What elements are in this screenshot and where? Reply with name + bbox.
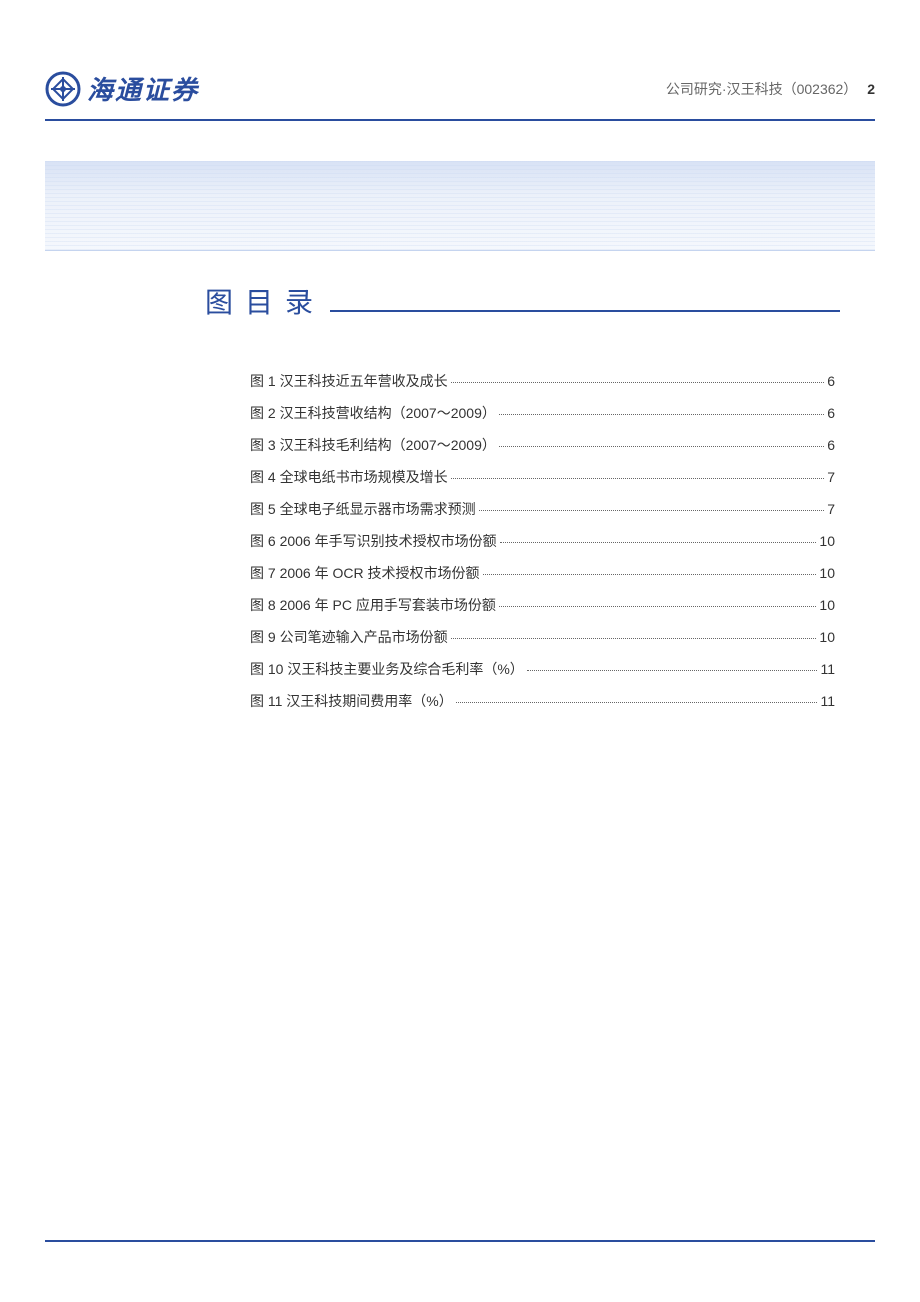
toc-label: 图 1 汉王科技近五年营收及成长 xyxy=(250,371,448,391)
toc-item[interactable]: 图 4 全球电纸书市场规模及增长 7 xyxy=(250,467,835,487)
toc-dots xyxy=(483,574,817,575)
section-underline xyxy=(330,310,840,312)
page-number: 2 xyxy=(867,81,875,97)
logo-area: 海通证券 xyxy=(45,70,199,107)
toc-label: 图 9 公司笔迹输入产品市场份额 xyxy=(250,627,448,647)
toc-item[interactable]: 图 10 汉王科技主要业务及综合毛利率（%） 11 xyxy=(250,659,835,679)
toc-label: 图 7 2006 年 OCR 技术授权市场份额 xyxy=(250,563,480,583)
page-container: 海通证券 公司研究·汉王科技（002362） 2 图目录 图 1 汉王科技近五年… xyxy=(0,0,920,1302)
toc-page: 10 xyxy=(819,565,835,581)
toc-page: 11 xyxy=(820,661,835,677)
toc-dots xyxy=(499,446,824,447)
toc-label: 图 6 2006 年手写识别技术授权市场份额 xyxy=(250,531,497,551)
toc-label: 图 5 全球电子纸显示器市场需求预测 xyxy=(250,499,476,519)
toc-item[interactable]: 图 6 2006 年手写识别技术授权市场份额 10 xyxy=(250,531,835,551)
toc-label: 图 2 汉王科技营收结构（2007～2009） xyxy=(250,403,496,423)
toc-page: 11 xyxy=(820,693,835,709)
toc-list: 图 1 汉王科技近五年营收及成长 6 图 2 汉王科技营收结构（2007～200… xyxy=(250,371,835,723)
section-title: 图目录 xyxy=(205,281,325,321)
footer-divider xyxy=(45,1240,875,1242)
toc-item[interactable]: 图 5 全球电子纸显示器市场需求预测 7 xyxy=(250,499,835,519)
toc-dots xyxy=(500,542,817,543)
toc-item[interactable]: 图 1 汉王科技近五年营收及成长 6 xyxy=(250,371,835,391)
toc-page: 10 xyxy=(819,629,835,645)
toc-dots xyxy=(479,510,825,511)
toc-dots xyxy=(456,702,818,703)
toc-item[interactable]: 图 3 汉王科技毛利结构（2007～2009） 6 xyxy=(250,435,835,455)
page-header: 海通证券 公司研究·汉王科技（002362） 2 xyxy=(45,70,875,121)
logo-text: 海通证券 xyxy=(87,70,199,107)
toc-item[interactable]: 图 8 2006 年 PC 应用手写套装市场份额 10 xyxy=(250,595,835,615)
decorative-banner xyxy=(45,161,875,251)
company-logo-icon xyxy=(45,71,81,107)
toc-page: 7 xyxy=(827,469,835,485)
section-title-row: 图目录 xyxy=(205,281,840,321)
toc-page: 7 xyxy=(827,501,835,517)
toc-label: 图 3 汉王科技毛利结构（2007～2009） xyxy=(250,435,496,455)
toc-dots xyxy=(499,606,817,607)
toc-page: 10 xyxy=(819,533,835,549)
toc-item[interactable]: 图 2 汉王科技营收结构（2007～2009） 6 xyxy=(250,403,835,423)
toc-page: 6 xyxy=(827,405,835,421)
toc-page: 6 xyxy=(827,437,835,453)
toc-dots xyxy=(527,670,818,671)
toc-item[interactable]: 图 11 汉王科技期间费用率（%） 11 xyxy=(250,691,835,711)
toc-label: 图 4 全球电纸书市场规模及增长 xyxy=(250,467,448,487)
toc-label: 图 8 2006 年 PC 应用手写套装市场份额 xyxy=(250,595,496,615)
toc-item[interactable]: 图 7 2006 年 OCR 技术授权市场份额 10 xyxy=(250,563,835,583)
toc-dots xyxy=(451,478,825,479)
toc-page: 10 xyxy=(819,597,835,613)
breadcrumb-text: 公司研究·汉王科技（002362） xyxy=(666,81,857,97)
toc-dots xyxy=(451,382,825,383)
toc-label: 图 10 汉王科技主要业务及综合毛利率（%） xyxy=(250,659,524,679)
toc-label: 图 11 汉王科技期间费用率（%） xyxy=(250,691,453,711)
toc-item[interactable]: 图 9 公司笔迹输入产品市场份额 10 xyxy=(250,627,835,647)
header-breadcrumb: 公司研究·汉王科技（002362） 2 xyxy=(666,79,875,99)
toc-dots xyxy=(499,414,824,415)
toc-page: 6 xyxy=(827,373,835,389)
toc-dots xyxy=(451,638,817,639)
